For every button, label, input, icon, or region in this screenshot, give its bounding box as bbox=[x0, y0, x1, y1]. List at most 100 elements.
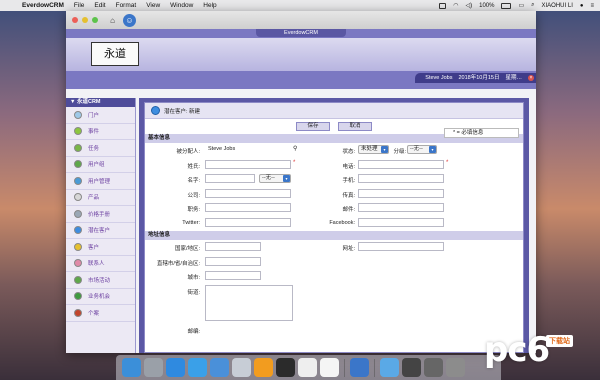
section-address-title: 地址信息 bbox=[148, 232, 171, 238]
sidebar-item[interactable]: 联系人 bbox=[66, 256, 135, 272]
wifi-icon[interactable]: ◠ bbox=[453, 2, 458, 9]
menu-file[interactable]: File bbox=[74, 2, 84, 9]
current-weekday: 星期… bbox=[505, 75, 522, 81]
firstname-input[interactable] bbox=[205, 174, 255, 183]
portal-icon bbox=[74, 110, 82, 119]
menu-view[interactable]: View bbox=[146, 2, 160, 9]
form-row-title: 职务: 邮件: bbox=[145, 201, 523, 216]
sidebar-item[interactable]: 产品 bbox=[66, 190, 135, 206]
menu-app-name[interactable]: EverdowCRM bbox=[22, 2, 64, 9]
opportunity-icon bbox=[74, 292, 82, 301]
search-icon[interactable]: ⌕ bbox=[531, 2, 534, 9]
country-input[interactable] bbox=[205, 242, 261, 251]
pc6-watermark: pc6 下载站 bbox=[484, 330, 594, 376]
sidebar-item-label: 用户管理 bbox=[88, 178, 111, 185]
facebook-input[interactable] bbox=[358, 217, 444, 227]
home-icon[interactable]: ⌂ bbox=[106, 14, 119, 27]
sidebar-item[interactable]: 用户管理 bbox=[66, 173, 135, 190]
battery-icon[interactable] bbox=[501, 2, 512, 9]
terminal-icon[interactable] bbox=[276, 358, 295, 377]
sidebar-item[interactable]: 门户 bbox=[66, 107, 135, 124]
menu-user-name[interactable]: XIAOHUI LI bbox=[542, 3, 573, 9]
preview-icon[interactable] bbox=[232, 358, 251, 377]
chevron-down-icon: ▾ bbox=[429, 146, 436, 153]
folder-icon[interactable] bbox=[380, 358, 399, 377]
close-window-button[interactable] bbox=[72, 17, 78, 23]
case-icon bbox=[74, 308, 82, 317]
flag-icon[interactable]: ▭ bbox=[518, 2, 524, 9]
zoom-window-button[interactable] bbox=[92, 17, 98, 23]
battery-percent: 100% bbox=[479, 2, 495, 9]
app-store-icon[interactable] bbox=[166, 358, 185, 377]
title-input[interactable] bbox=[205, 203, 291, 212]
app-window: ⌂ ☺ EverdowCRM 永道 Steve Jobs 2018年10月15日… bbox=[66, 11, 536, 353]
volume-icon[interactable]: ◁) bbox=[465, 2, 472, 9]
contacts-icon[interactable]: ☺ bbox=[123, 13, 136, 27]
sidebar-item[interactable]: 个案 bbox=[66, 305, 135, 322]
rating-select[interactable]: --无-- ▾ bbox=[407, 145, 437, 154]
finder-icon[interactable] bbox=[122, 358, 141, 377]
menu-format[interactable]: Format bbox=[116, 2, 137, 9]
save-button[interactable]: 保存 bbox=[296, 122, 330, 131]
phone-input[interactable] bbox=[358, 159, 444, 169]
company-input[interactable] bbox=[205, 188, 291, 198]
sidebar-header[interactable]: ▼ 永道CRM bbox=[66, 98, 135, 107]
twitter-input[interactable] bbox=[205, 217, 291, 227]
website-input[interactable] bbox=[358, 242, 444, 251]
sidebar-item[interactable]: 业务机会 bbox=[66, 289, 135, 305]
cancel-button[interactable]: 取消 bbox=[338, 122, 372, 131]
sidebar-item[interactable]: 任务 bbox=[66, 140, 135, 157]
mobile-input[interactable] bbox=[358, 174, 444, 183]
apple-icon[interactable] bbox=[6, 2, 14, 10]
menu-list-icon[interactable]: ≡ bbox=[590, 3, 594, 9]
minimize-window-button[interactable] bbox=[82, 17, 88, 23]
textedit-icon[interactable] bbox=[298, 358, 317, 377]
stack-icon[interactable] bbox=[424, 358, 443, 377]
dock bbox=[116, 355, 501, 380]
sidebar-item[interactable]: 价格手册 bbox=[66, 206, 135, 223]
current-user[interactable]: Steve Jobs bbox=[425, 73, 452, 83]
sidebar-item-label: 个案 bbox=[88, 310, 100, 317]
form-title: 潜在客户: 新建 bbox=[164, 108, 201, 115]
assignee-field[interactable]: Steve Jobs bbox=[205, 145, 291, 154]
binoculars-icon[interactable]: ⚲ bbox=[293, 145, 297, 152]
street-textarea[interactable] bbox=[205, 284, 293, 321]
facebook-label: Facebook: bbox=[329, 219, 355, 226]
form-row-zip: 邮编: bbox=[145, 323, 523, 338]
screen-icon[interactable] bbox=[439, 2, 447, 9]
safari-icon[interactable] bbox=[188, 358, 207, 377]
city-input[interactable] bbox=[205, 271, 261, 280]
finder-window-icon[interactable] bbox=[402, 358, 421, 377]
sidebar-item[interactable]: 事件 bbox=[66, 124, 135, 140]
menu-help[interactable]: Help bbox=[203, 2, 216, 9]
sublime-icon[interactable] bbox=[254, 358, 273, 377]
menu-window[interactable]: Window bbox=[170, 2, 193, 9]
country-label: 国家/地区: bbox=[174, 246, 200, 252]
launchpad-icon[interactable] bbox=[144, 358, 163, 377]
salutation-value: --无-- bbox=[262, 175, 275, 181]
salutation-select[interactable]: --无-- ▾ bbox=[259, 174, 291, 183]
sidebar-item-label: 任务 bbox=[88, 145, 100, 152]
xcode-icon[interactable] bbox=[210, 358, 229, 377]
document-icon[interactable] bbox=[320, 358, 339, 377]
sidebar: ▼ 永道CRM 门户 事件任务用户组用户管理产品 价格手册 潜在客户 客户 联系人 市场活动… bbox=[66, 98, 136, 353]
email-label: 邮件: bbox=[342, 207, 355, 213]
contact-icon bbox=[74, 259, 82, 268]
fax-input[interactable] bbox=[358, 188, 444, 198]
menu-edit[interactable]: Edit bbox=[94, 2, 105, 9]
sidebar-item[interactable]: 用户组 bbox=[66, 157, 135, 173]
sidebar-item[interactable]: 客户 bbox=[66, 239, 135, 256]
trash-icon[interactable] bbox=[446, 358, 465, 377]
email-input[interactable] bbox=[358, 203, 444, 212]
state-input[interactable] bbox=[205, 256, 261, 266]
lead-icon bbox=[151, 106, 160, 115]
sidebar-item[interactable]: 潜在客户 bbox=[66, 223, 135, 239]
zip-label: 邮编: bbox=[187, 328, 200, 335]
section-address-info: 地址信息 bbox=[145, 231, 523, 240]
siri-icon[interactable]: ● bbox=[580, 3, 584, 9]
everdowcrm-icon[interactable] bbox=[350, 358, 369, 377]
user-bar: Steve Jobs 2018年10月15日 星期… × bbox=[415, 73, 536, 83]
logout-icon[interactable]: × bbox=[528, 75, 534, 81]
lastname-input[interactable] bbox=[205, 159, 291, 169]
sidebar-item[interactable]: 市场活动 bbox=[66, 272, 135, 289]
